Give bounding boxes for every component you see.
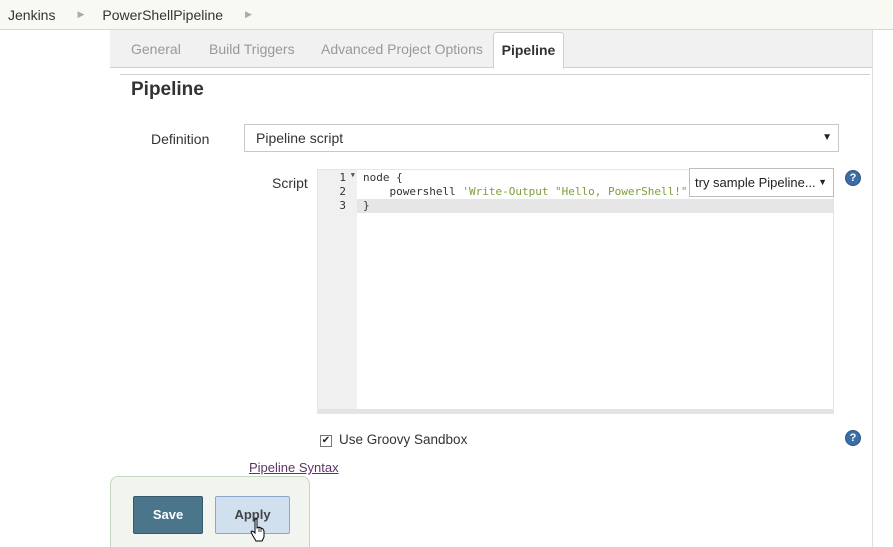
config-main: General Build Triggers Advanced Project …	[110, 30, 872, 547]
breadcrumb-jenkins[interactable]: Jenkins	[0, 7, 55, 23]
section-divider	[120, 74, 870, 75]
dropdown-arrow-icon: ▼	[818, 177, 827, 187]
line-number: 3	[339, 199, 346, 212]
script-label: Script	[272, 175, 308, 191]
editor-gutter: 1 ▼ 2 3	[318, 170, 357, 413]
save-button[interactable]: Save	[133, 496, 203, 534]
side-panel	[0, 30, 111, 547]
script-editor[interactable]: 1 ▼ 2 3 node { powershell 'Write-Output "…	[317, 169, 834, 414]
pipeline-syntax-link[interactable]: Pipeline Syntax	[249, 460, 339, 475]
tab-advanced-project-options[interactable]: Advanced Project Options	[311, 30, 493, 68]
fold-arrow-icon[interactable]: ▼	[351, 171, 355, 179]
tab-general[interactable]: General	[121, 30, 191, 68]
definition-label: Definition	[151, 131, 210, 147]
line-number: 1 ▼	[339, 171, 355, 184]
definition-select[interactable]: Pipeline script ▼	[244, 124, 839, 152]
code-line: node {	[363, 171, 403, 184]
sample-pipeline-select[interactable]: try sample Pipeline... ▼	[689, 168, 834, 197]
right-scroll-strip	[872, 30, 893, 547]
tab-pipeline[interactable]: Pipeline	[493, 32, 564, 69]
line-number: 2	[339, 185, 346, 198]
active-line-highlight	[318, 199, 833, 213]
breadcrumb: Jenkins ▶ PowerShellPipeline ▶	[0, 0, 893, 30]
code-token: powershell	[363, 185, 463, 198]
definition-value: Pipeline script	[256, 130, 344, 146]
editor-scrollbar[interactable]	[318, 409, 833, 413]
tab-bar: General Build Triggers Advanced Project …	[110, 30, 872, 69]
code-line: }	[363, 199, 370, 212]
chevron-right-icon[interactable]: ▶	[245, 9, 252, 20]
dropdown-arrow-icon: ▼	[822, 132, 832, 143]
hand-cursor-icon	[250, 518, 265, 542]
tab-build-triggers[interactable]: Build Triggers	[199, 30, 305, 68]
code-line: powershell 'Write-Output "Hello, PowerSh…	[363, 185, 694, 199]
section-title: Pipeline	[131, 79, 204, 100]
sample-pipeline-value: try sample Pipeline...	[695, 175, 816, 190]
help-icon[interactable]: ?	[845, 430, 861, 446]
breadcrumb-powershellpipeline[interactable]: PowerShellPipeline	[102, 7, 223, 23]
groovy-sandbox-label: Use Groovy Sandbox	[339, 432, 468, 447]
groovy-sandbox-checkbox[interactable]: ✔	[320, 435, 332, 447]
code-string: 'Write-Output "Hello, PowerShell!"'	[462, 185, 695, 198]
help-icon[interactable]: ?	[845, 170, 861, 186]
chevron-right-icon: ▶	[77, 9, 85, 19]
